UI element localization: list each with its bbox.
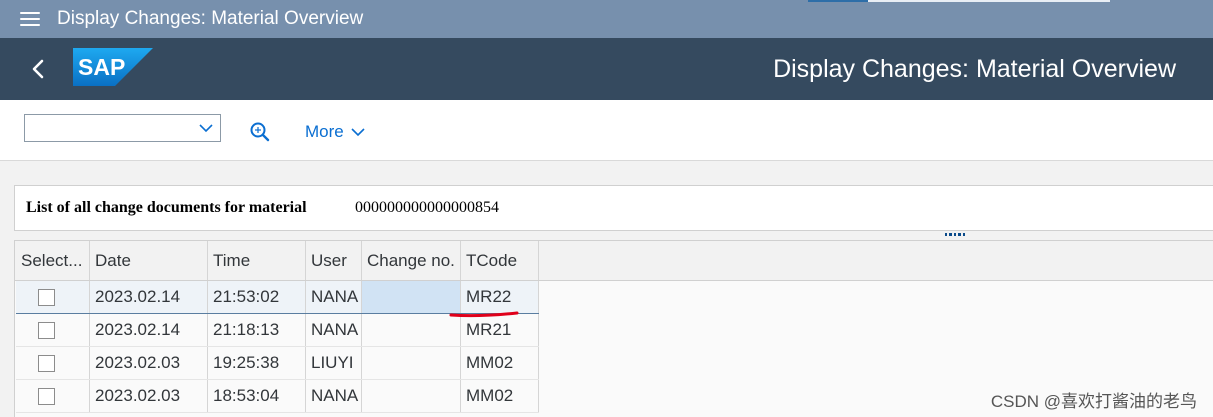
material-number: 000000000000000854 <box>355 199 499 216</box>
row-select-cell[interactable] <box>16 313 90 347</box>
column-header-user[interactable]: User <box>305 241 362 281</box>
window-title: Display Changes: Material Overview <box>57 8 364 29</box>
topbar-accent <box>808 0 868 2</box>
chevron-down-icon <box>351 128 365 137</box>
row-select-cell[interactable] <box>16 280 90 314</box>
row-checkbox[interactable] <box>38 355 55 373</box>
tcode-cell: MR22 <box>460 280 539 314</box>
topbar-field <box>868 0 1110 2</box>
user-cell: NANA <box>305 379 362 413</box>
table-row[interactable]: 2023.02.14 21:53:02 NANA MR22 <box>16 280 539 314</box>
row-select-cell[interactable] <box>16 346 90 380</box>
tcode-cell: MM02 <box>460 346 539 380</box>
hamburger-menu-icon[interactable] <box>20 12 40 26</box>
annotation-underline <box>449 311 519 318</box>
sap-logo: SAP <box>73 48 153 86</box>
change-no-cell[interactable] <box>361 280 461 314</box>
change-no-cell[interactable] <box>361 379 461 413</box>
user-cell: LIUYI <box>305 346 362 380</box>
document-header: List of all change documents for materia… <box>14 185 1213 231</box>
more-button[interactable]: More <box>305 121 366 143</box>
change-no-cell[interactable] <box>361 313 461 347</box>
table-row[interactable]: 2023.02.03 19:25:38 LIUYI MM02 <box>16 346 539 380</box>
chevron-down-icon <box>199 124 213 133</box>
change-documents-grid: Select... Date Time User Change no. TCod… <box>16 241 539 413</box>
time-cell: 19:25:38 <box>207 346 306 380</box>
sap-logo-text: SAP <box>78 54 125 80</box>
row-checkbox[interactable] <box>38 289 55 307</box>
chevron-left-icon <box>32 59 44 79</box>
time-cell: 21:53:02 <box>207 280 306 314</box>
search-button[interactable] <box>249 121 271 143</box>
variant-dropdown[interactable] <box>24 114 221 142</box>
column-header-change-no[interactable]: Change no. <box>361 241 461 281</box>
column-header-select[interactable]: Select... <box>16 241 90 281</box>
splitter-handle[interactable] <box>945 233 966 237</box>
table-row[interactable]: 2023.02.03 18:53:04 NANA MM02 <box>16 379 539 413</box>
date-cell: 2023.02.14 <box>89 280 208 314</box>
time-cell: 21:18:13 <box>207 313 306 347</box>
column-header-row: Select... Date Time User Change no. TCod… <box>16 241 539 281</box>
header-label: List of all change documents for materia… <box>26 199 307 216</box>
more-label: More <box>305 122 344 141</box>
row-select-cell[interactable] <box>16 379 90 413</box>
date-cell: 2023.02.14 <box>89 313 208 347</box>
window-title-bar: Display Changes: Material Overview <box>0 0 1213 38</box>
tcode-cell: MM02 <box>460 379 539 413</box>
search-icon <box>250 122 270 142</box>
time-cell: 18:53:04 <box>207 379 306 413</box>
row-checkbox[interactable] <box>38 322 55 340</box>
watermark: CSDN @喜欢打酱油的老鸟 <box>990 392 1197 411</box>
column-header-date[interactable]: Date <box>89 241 208 281</box>
user-cell: NANA <box>305 280 362 314</box>
column-header-time[interactable]: Time <box>207 241 306 281</box>
date-cell: 2023.02.03 <box>89 379 208 413</box>
column-header-tcode[interactable]: TCode <box>460 241 539 281</box>
row-checkbox[interactable] <box>38 388 55 406</box>
toolbar <box>0 100 1213 161</box>
date-cell: 2023.02.03 <box>89 346 208 380</box>
page-title: Display Changes: Material Overview <box>773 55 1176 83</box>
shell-header: SAP Display Changes: Material Overview <box>0 38 1213 100</box>
user-cell: NANA <box>305 313 362 347</box>
change-no-cell[interactable] <box>361 346 461 380</box>
back-button[interactable] <box>26 56 52 82</box>
